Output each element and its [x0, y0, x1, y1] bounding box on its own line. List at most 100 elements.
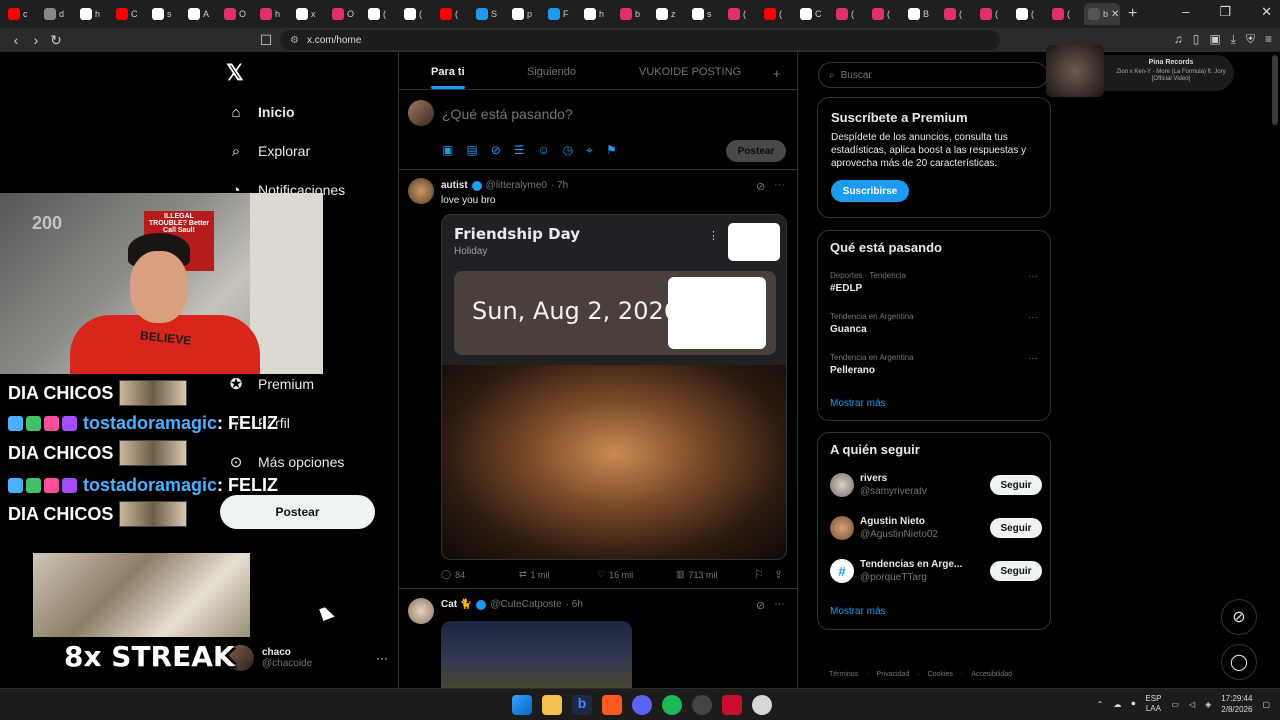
browser-tab[interactable]: (	[1012, 3, 1048, 25]
browser-tab[interactable]: b ✕	[1084, 3, 1120, 25]
more-icon[interactable]: ···	[774, 179, 785, 191]
search-input[interactable]: ⌕ Buscar	[818, 62, 1048, 88]
menu-icon[interactable]: ≡	[1265, 32, 1272, 47]
mic-icon[interactable]: ⏺	[1131, 699, 1135, 709]
music-icon[interactable]: ♫	[1174, 32, 1183, 47]
browser-tab[interactable]: h	[76, 3, 112, 25]
post-author-name[interactable]: autist	[441, 180, 468, 191]
footer-link[interactable]: Cookies	[928, 671, 953, 678]
browser-tab[interactable]: (	[976, 3, 1012, 25]
browser-tab[interactable]: (	[832, 3, 868, 25]
maximize-icon[interactable]: ❐	[1219, 4, 1231, 20]
x-logo[interactable]: 𝕏	[226, 60, 244, 86]
location-icon[interactable]: ⌖	[586, 143, 593, 158]
composer-post-button[interactable]: Postear	[726, 140, 786, 162]
steam-icon[interactable]	[752, 695, 772, 715]
grok-icon[interactable]: ⊘	[756, 180, 765, 193]
display-icon[interactable]: ▭	[1171, 700, 1179, 709]
close-icon[interactable]: ✕	[1261, 4, 1272, 20]
trend-item[interactable]: Deportes · Tendencia #EDLP	[830, 271, 906, 294]
post-time[interactable]: · 6h	[566, 599, 583, 610]
browser-tab[interactable]: p	[508, 3, 544, 25]
trend-item[interactable]: Tendencia en Argentina Guanca	[830, 312, 914, 335]
more-icon[interactable]: ···	[1028, 271, 1038, 282]
tab-list[interactable]: VUKOIDE POSTING	[639, 66, 741, 78]
tab-following[interactable]: Siguiendo	[527, 66, 576, 78]
browser-tab[interactable]: s	[148, 3, 184, 25]
avatar[interactable]	[408, 598, 434, 624]
follow-button[interactable]: Seguir	[990, 475, 1042, 495]
browser-tab[interactable]: S	[472, 3, 508, 25]
account-switcher[interactable]: chaco @chacoide ···	[228, 645, 388, 671]
messages-fab[interactable]: ◯	[1221, 644, 1257, 680]
post-author-name[interactable]: Cat 🐈	[441, 599, 472, 610]
browser-tab[interactable]: B	[904, 3, 940, 25]
browser-tab[interactable]: d	[40, 3, 76, 25]
language-indicator[interactable]: ESP LAA	[1145, 694, 1161, 714]
post-media[interactable]: Friendship Day Holiday ⋮ Sun, Aug 2, 202…	[441, 214, 787, 560]
follow-suggestion[interactable]: rivers @samyriveratv Seguir	[830, 473, 1042, 497]
composer-input[interactable]: ¿Qué está pasando?	[442, 106, 573, 122]
chevron-up-icon[interactable]: ⌃	[1097, 700, 1104, 709]
spotify-icon[interactable]	[662, 695, 682, 715]
sidebar-icon[interactable]: ▯	[1193, 32, 1200, 47]
music-widget[interactable]: Pina Records Zion x Ken-Y - More (La For…	[1046, 45, 1234, 97]
close-tab-icon[interactable]: ✕	[1111, 9, 1119, 20]
obs-icon[interactable]	[692, 695, 712, 715]
browser-tab[interactable]: c	[4, 3, 40, 25]
network-icon[interactable]: ◈	[1205, 700, 1211, 709]
bluesky-icon[interactable]: b	[572, 695, 592, 715]
post-button[interactable]: Postear	[220, 495, 375, 529]
browser-tab[interactable]: O	[328, 3, 364, 25]
follow-suggestion[interactable]: Agustin Nieto @AgustinNieto02 Seguir	[830, 516, 1042, 540]
browser-tab[interactable]: x	[292, 3, 328, 25]
nav-item[interactable]: ⌂ Inicio	[228, 104, 294, 121]
download-icon[interactable]: ⤓	[1231, 32, 1236, 47]
site-info-icon[interactable]: ⚙	[290, 35, 299, 46]
like-button[interactable]: ♡ 16 mil	[597, 569, 633, 580]
browser-tab[interactable]: C	[796, 3, 832, 25]
show-more-follow[interactable]: Mostrar más	[830, 606, 886, 617]
browser-tab[interactable]: (	[760, 3, 796, 25]
share-icon[interactable]: ⇪	[774, 568, 783, 581]
browser-tab[interactable]: (	[940, 3, 976, 25]
browser-tab[interactable]: C	[112, 3, 148, 25]
subscribe-button[interactable]: Suscribirse	[831, 180, 909, 202]
browser-tab[interactable]: (	[724, 3, 760, 25]
forward-icon[interactable]: ›	[26, 32, 46, 48]
footer-link[interactable]: Accesibilidad	[971, 671, 1012, 678]
browser-tab[interactable]: b	[616, 3, 652, 25]
browser-tab[interactable]: (	[868, 3, 904, 25]
follow-button[interactable]: Seguir	[990, 518, 1042, 538]
clock[interactable]: 17:29:44 2/8/2026	[1221, 693, 1252, 715]
app-icon[interactable]	[722, 695, 742, 715]
volume-icon[interactable]: ◁	[1189, 700, 1195, 709]
more-icon[interactable]: ···	[1028, 312, 1038, 323]
scrollbar[interactable]	[1272, 55, 1278, 125]
poll-icon[interactable]: ☰	[514, 143, 525, 158]
discord-icon[interactable]	[632, 695, 652, 715]
more-icon[interactable]: ···	[376, 651, 388, 665]
browser-tab[interactable]: z	[652, 3, 688, 25]
schedule-icon[interactable]: ◷	[563, 143, 573, 158]
grok-icon[interactable]: ⊘	[756, 599, 765, 612]
minimize-icon[interactable]: –	[1182, 4, 1189, 20]
grok-icon[interactable]: ⊘	[491, 143, 501, 158]
repost-button[interactable]: ⇄ 1 mil	[519, 569, 550, 580]
post-media[interactable]	[441, 621, 632, 688]
trend-item[interactable]: Tendencia en Argentina Pellerano	[830, 353, 914, 376]
follow-button[interactable]: Seguir	[990, 561, 1042, 581]
emoji-icon[interactable]: ☺	[538, 143, 550, 158]
footer-link[interactable]: Términos	[829, 671, 858, 678]
brave-icon[interactable]	[602, 695, 622, 715]
footer-link[interactable]: Privacidad	[877, 671, 910, 678]
windows-start-icon[interactable]	[512, 695, 532, 715]
bookmark-page-icon[interactable]: ☐	[256, 32, 276, 49]
follow-suggestion[interactable]: # Tendencias en Arge... @porqueTTarg Segu…	[830, 559, 1042, 583]
grok-fab[interactable]: ⊘	[1221, 599, 1257, 635]
post-time[interactable]: · 7h	[551, 180, 568, 191]
browser-tab[interactable]: F	[544, 3, 580, 25]
notifications-icon[interactable]: ▢	[1262, 700, 1270, 709]
address-bar[interactable]: ⚙ x.com/home	[280, 30, 1000, 50]
reply-button[interactable]: ◯ 84	[441, 569, 465, 580]
